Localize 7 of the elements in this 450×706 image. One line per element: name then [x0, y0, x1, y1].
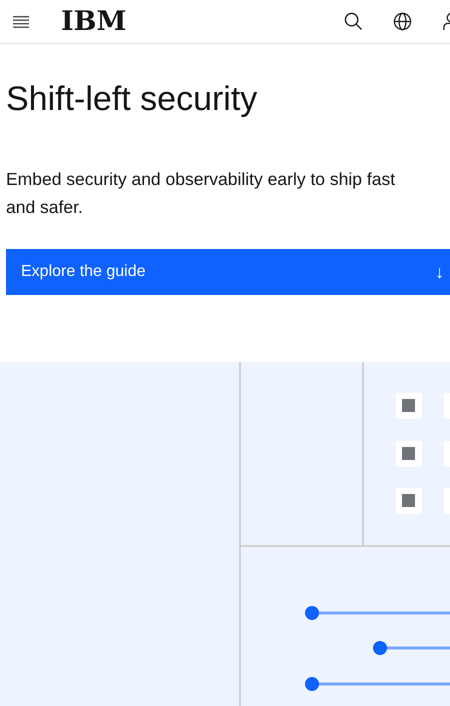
description: Embed security and observability early to ship fast and safer. — [6, 168, 396, 219]
page-title: Shift-left security — [6, 79, 258, 119]
logo[interactable]: IBM — [61, 10, 126, 34]
explore-guide-button[interactable]: Explore the guide ↓ — [6, 249, 450, 295]
globe-icon[interactable] — [393, 12, 412, 31]
search-icon[interactable] — [344, 12, 363, 31]
menu-icon[interactable] — [13, 16, 29, 28]
